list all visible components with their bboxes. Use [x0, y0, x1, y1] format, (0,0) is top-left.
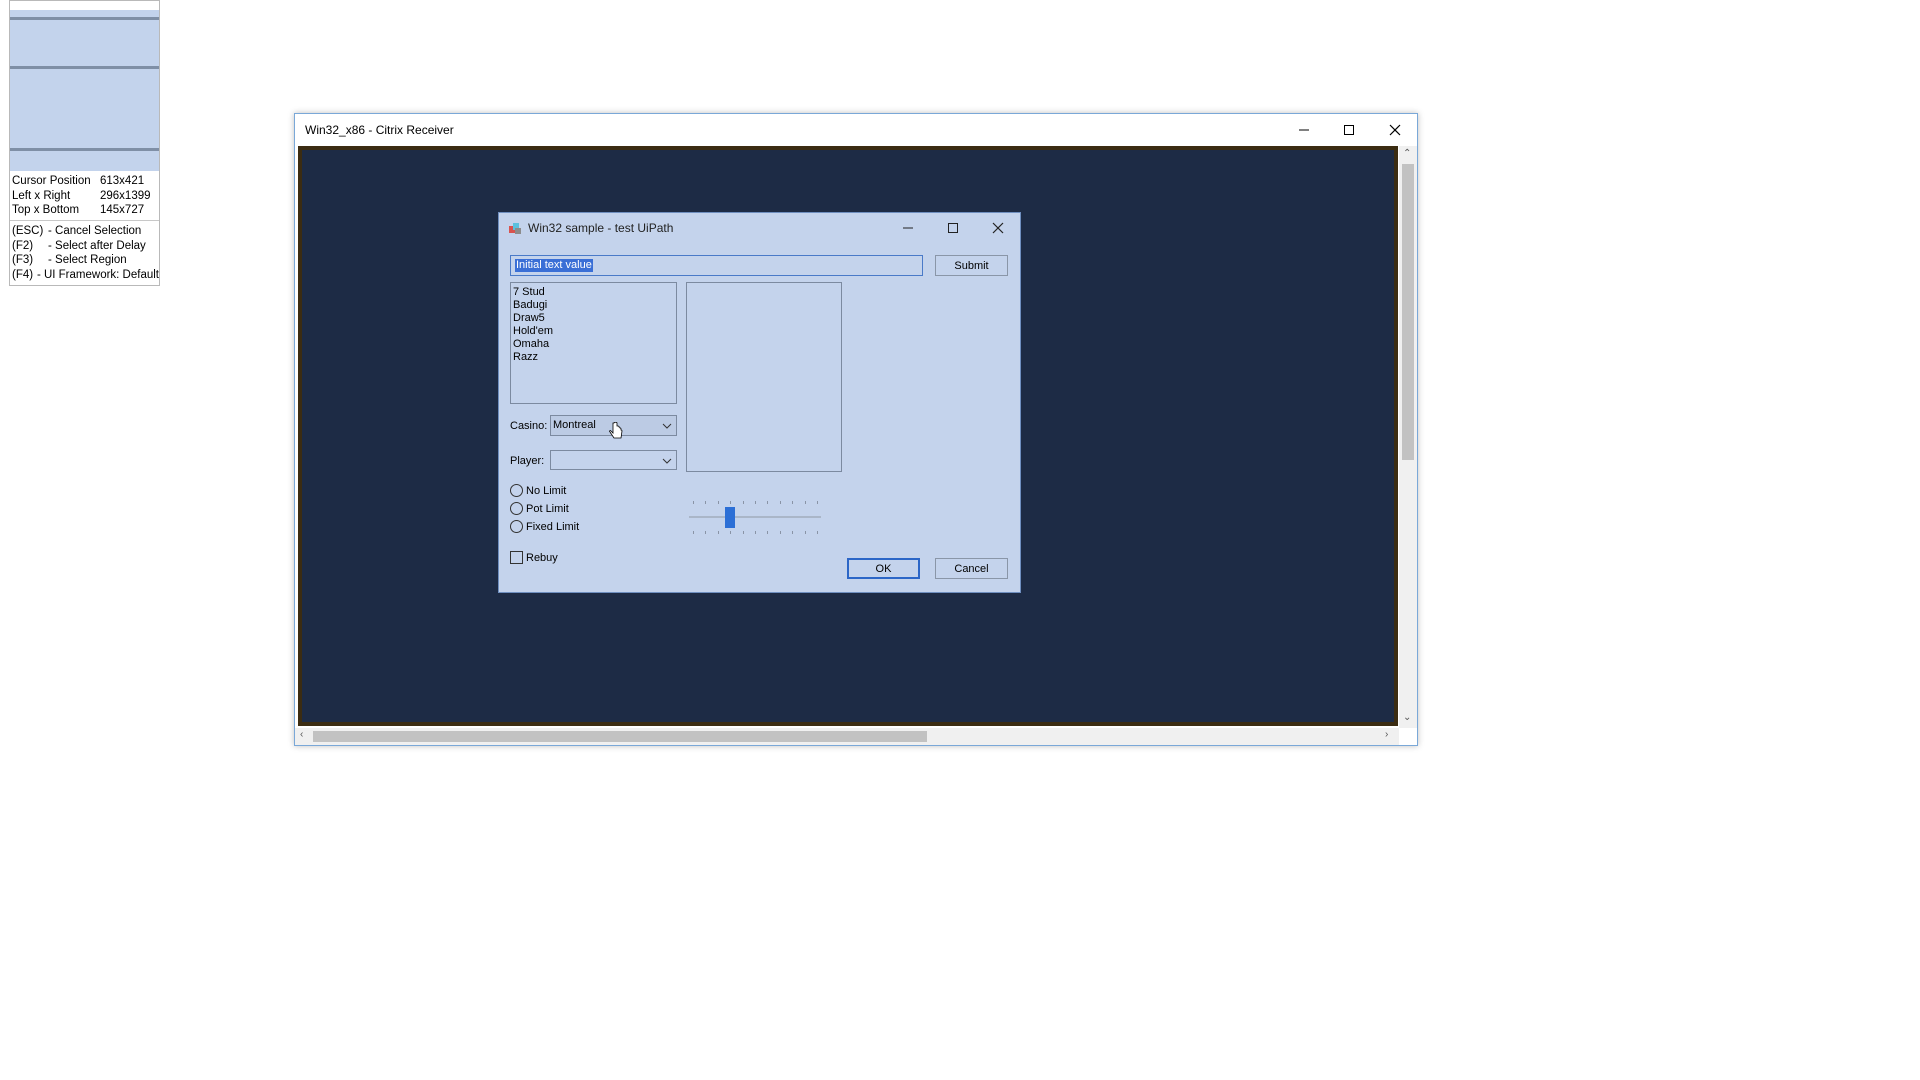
shortcut-f4: (F4) - UI Framework: Default	[12, 268, 159, 281]
slider-tick	[804, 501, 806, 504]
slider-tick	[779, 531, 781, 534]
slider-tick	[705, 531, 707, 534]
citrix-window-title: Win32_x86 - Citrix Receiver	[305, 123, 454, 137]
slider-tick	[693, 531, 694, 534]
player-label: Player:	[510, 455, 545, 467]
horizontal-scroll-thumb[interactable]	[313, 731, 927, 742]
preview-line	[10, 66, 159, 69]
slider-tick	[693, 501, 694, 504]
slider-tick	[817, 501, 818, 504]
radio-label-no-limit: No Limit	[526, 485, 567, 497]
slider-tick	[730, 531, 732, 534]
dialog-maximize-button[interactable]	[930, 213, 975, 243]
vertical-scrollbar[interactable]: ⌃ ⌄	[1399, 146, 1417, 728]
player-dropdown[interactable]	[550, 450, 677, 470]
game-listbox[interactable]: 7 Stud Badugi Draw5 Hold'em Omaha Razz	[510, 282, 677, 404]
radio-pot-limit[interactable]	[510, 502, 523, 515]
radio-label-pot-limit: Pot Limit	[526, 503, 569, 515]
shortcut-f2: (F2) - Select after Delay	[12, 239, 146, 252]
ok-button[interactable]: OK	[847, 558, 920, 579]
list-item[interactable]: Omaha	[511, 338, 676, 351]
info-row-left-right: Left x Right 296x1399	[12, 189, 151, 202]
slider-tick	[717, 531, 719, 534]
radio-fixed-limit[interactable]	[510, 520, 523, 533]
radio-label-fixed-limit: Fixed Limit	[526, 521, 580, 533]
info-row-cursor: Cursor Position 613x421	[12, 175, 145, 187]
slider-tick	[817, 531, 818, 534]
scroll-down-icon[interactable]: ⌄	[1403, 712, 1411, 723]
selection-helper-panel: Cursor Position 613x421 Left x Right 296x1…	[9, 0, 160, 286]
minimize-icon	[1298, 129, 1309, 131]
slider-tick	[767, 531, 769, 534]
chevron-down-icon	[662, 458, 672, 464]
slider-thumb[interactable]	[725, 507, 736, 528]
hand-cursor-icon	[609, 422, 623, 439]
vertical-scroll-thumb[interactable]	[1402, 164, 1414, 460]
slider-tick	[755, 531, 756, 534]
list-item[interactable]: 7 Stud	[511, 286, 676, 299]
close-icon	[992, 222, 1003, 234]
cancel-button[interactable]: Cancel	[935, 558, 1008, 579]
dialog-close-button[interactable]	[975, 213, 1020, 243]
list-item[interactable]: Hold'em	[511, 325, 676, 338]
divider	[10, 220, 159, 221]
slider-tick	[804, 531, 806, 534]
shortcut-f3: (F3) - Select Region	[12, 254, 127, 267]
close-icon	[1389, 124, 1400, 136]
casino-label: Casino:	[510, 420, 548, 432]
list-item[interactable]: Razz	[511, 351, 676, 364]
slider-track	[689, 516, 821, 518]
slider-tick	[742, 501, 744, 504]
radio-no-limit[interactable]	[510, 484, 523, 497]
maximize-icon	[947, 223, 958, 233]
scroll-right-icon[interactable]: ›	[1385, 729, 1388, 740]
app-icon	[509, 223, 521, 234]
win32-sample-dialog: Win32 sample - test UiPath Initial text …	[498, 212, 1021, 593]
rebuy-label: Rebuy	[526, 552, 558, 564]
minimize-icon	[902, 227, 913, 229]
empty-listbox[interactable]	[686, 282, 842, 472]
minimize-button[interactable]	[1281, 114, 1326, 146]
slider-tick	[705, 501, 707, 504]
dialog-minimize-button[interactable]	[885, 213, 930, 243]
chevron-down-icon	[662, 423, 672, 429]
list-item[interactable]: Draw5	[511, 312, 676, 325]
limit-slider[interactable]	[689, 499, 821, 539]
horizontal-scrollbar[interactable]: ‹ ›	[295, 728, 1399, 745]
maximize-button[interactable]	[1326, 114, 1371, 146]
shortcut-list: (ESC) - Cancel Selection (F2) - Select aft…	[12, 224, 159, 282]
scroll-up-icon[interactable]: ⌃	[1403, 148, 1411, 159]
slider-tick	[792, 531, 794, 534]
dialog-titlebar[interactable]: Win32 sample - test UiPath	[499, 213, 1020, 243]
citrix-titlebar[interactable]: Win32_x86 - Citrix Receiver	[295, 114, 1417, 146]
slider-tick	[792, 501, 794, 504]
text-input-value: Initial text value	[515, 259, 593, 272]
info-row-top-bottom: Top x Bottom 145x727	[12, 204, 145, 217]
slider-tick	[779, 501, 781, 504]
preview-line	[10, 148, 159, 151]
slider-tick	[730, 501, 732, 504]
list-item[interactable]: Badugi	[511, 299, 676, 312]
text-input[interactable]: Initial text value	[510, 255, 923, 276]
slider-tick	[767, 501, 769, 504]
rebuy-checkbox[interactable]	[510, 551, 523, 564]
slider-tick	[717, 501, 719, 504]
selection-preview	[10, 10, 159, 171]
maximize-icon	[1343, 125, 1354, 135]
slider-tick	[755, 501, 756, 504]
selection-info: Cursor Position 613x421 Left x Right 296x1…	[12, 174, 158, 218]
casino-value: Montreal	[553, 419, 596, 431]
shortcut-esc: (ESC) - Cancel Selection	[12, 225, 142, 237]
close-button[interactable]	[1372, 114, 1417, 146]
preview-line	[10, 17, 159, 20]
submit-button[interactable]: Submit	[935, 255, 1008, 276]
slider-tick	[742, 531, 744, 534]
dialog-title: Win32 sample - test UiPath	[528, 221, 674, 235]
scroll-left-icon[interactable]: ‹	[300, 729, 303, 740]
